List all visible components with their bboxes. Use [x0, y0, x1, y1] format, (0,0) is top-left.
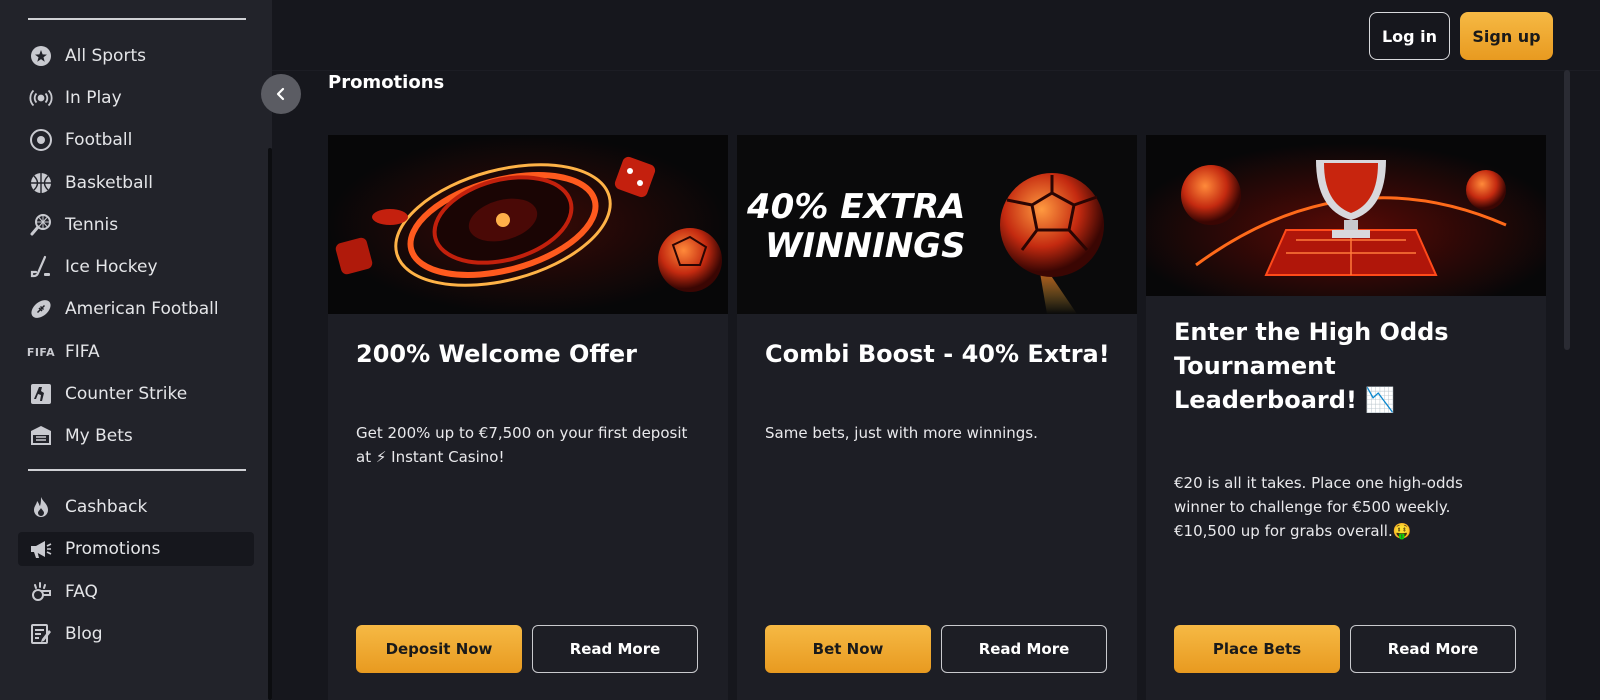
my-bets-icon — [28, 423, 54, 449]
promotion-title: Combi Boost - 40% Extra! — [765, 340, 1110, 368]
sidebar-divider-bottom — [28, 469, 246, 471]
football-icon — [28, 127, 54, 153]
sidebar-item-label: Promotions — [65, 539, 161, 559]
megaphone-icon — [28, 536, 54, 562]
sidebar-item-label: Counter Strike — [65, 384, 188, 404]
promotion-description: Same bets, just with more winnings. — [765, 424, 1038, 442]
sidebar-item-football[interactable]: Football — [18, 123, 254, 157]
sidebar-item-american-football[interactable]: American Football — [18, 292, 254, 326]
sidebar-item-faq[interactable]: FAQ — [18, 575, 254, 609]
promotion-title: Enter the High Odds Tournament Leaderboa… — [1174, 318, 1449, 414]
live-broadcast-icon — [28, 85, 54, 111]
promotion-description: €20 is all it takes. Place one high-odds… — [1174, 474, 1463, 540]
read-more-button[interactable]: Read More — [941, 625, 1107, 673]
all-sports-icon — [28, 43, 54, 69]
hockey-stick-icon — [28, 254, 54, 280]
flame-icon — [28, 494, 54, 520]
sidebar-item-basketball[interactable]: Basketball — [18, 166, 254, 200]
roulette-banner — [328, 135, 728, 314]
sidebar-divider-top — [28, 18, 246, 20]
promotion-title: 200% Welcome Offer — [356, 340, 637, 368]
sidebar-item-label: In Play — [65, 88, 122, 108]
sidebar-item-fifa[interactable]: FIFA FIFA — [18, 335, 254, 369]
sidebar-item-label: All Sports — [65, 46, 146, 66]
sidebar-item-label: Ice Hockey — [65, 257, 158, 277]
tennis-icon — [28, 212, 54, 238]
header-divider — [272, 70, 1600, 71]
sidebar-item-label: Basketball — [65, 173, 153, 193]
page-title: Promotions — [328, 72, 445, 93]
signup-button[interactable]: Sign up — [1460, 12, 1553, 60]
sidebar-item-label: My Bets — [65, 426, 133, 446]
banner-headline-line2: WINNINGS — [765, 226, 966, 266]
sidebar-item-label: Cashback — [65, 497, 148, 517]
banner-headline-line1: 40% EXTRA — [746, 187, 965, 227]
counter-strike-icon — [28, 381, 54, 407]
blog-icon — [28, 621, 54, 647]
sidebar-item-counter-strike[interactable]: Counter Strike — [18, 377, 254, 411]
sidebar-item-ice-hockey[interactable]: Ice Hockey — [18, 250, 254, 284]
promotion-card: 40% EXTRA WINNINGS Combi Boost - 40% Ext… — [737, 135, 1137, 700]
sidebar-item-label: Blog — [65, 624, 103, 644]
promotion-card: 200% Welcome Offer Get 200% up to €7,500… — [328, 135, 728, 700]
sidebar-item-my-bets[interactable]: My Bets — [18, 419, 254, 453]
place-bets-button[interactable]: Place Bets — [1174, 625, 1340, 673]
sidebar-item-promotions[interactable]: Promotions — [18, 532, 254, 566]
sidebar-item-label: FAQ — [65, 582, 98, 602]
basketball-icon — [28, 170, 54, 196]
page-scrollbar[interactable] — [1564, 70, 1570, 350]
collapse-sidebar-button[interactable] — [261, 74, 301, 114]
promotion-description: Get 200% up to €7,500 on your first depo… — [356, 424, 688, 466]
deposit-now-button[interactable]: Deposit Now — [356, 625, 522, 673]
whistle-icon — [28, 579, 54, 605]
sidebar: All Sports In Play Football Basketball T… — [0, 0, 272, 700]
sidebar-item-blog[interactable]: Blog — [18, 617, 254, 651]
promotion-card: Enter the High Odds Tournament Leaderboa… — [1146, 135, 1546, 700]
sidebar-item-label: Tennis — [65, 215, 119, 235]
sidebar-item-label: FIFA — [65, 342, 100, 362]
fifa-icon: FIFA — [26, 345, 56, 359]
american-football-icon — [28, 296, 54, 322]
bet-now-button[interactable]: Bet Now — [765, 625, 931, 673]
extra-winnings-banner: 40% EXTRA WINNINGS — [737, 135, 1137, 314]
chevron-left-icon — [276, 87, 285, 101]
login-button[interactable]: Log in — [1369, 12, 1450, 60]
sidebar-item-label: American Football — [65, 299, 219, 319]
read-more-button[interactable]: Read More — [532, 625, 698, 673]
sidebar-item-cashback[interactable]: Cashback — [18, 490, 254, 524]
sidebar-item-in-play[interactable]: In Play — [18, 81, 254, 115]
trophy-banner — [1146, 135, 1546, 296]
sidebar-item-tennis[interactable]: Tennis — [18, 208, 254, 242]
sidebar-item-label: Football — [65, 130, 133, 150]
sidebar-item-all-sports[interactable]: All Sports — [18, 39, 254, 73]
read-more-button[interactable]: Read More — [1350, 625, 1516, 673]
